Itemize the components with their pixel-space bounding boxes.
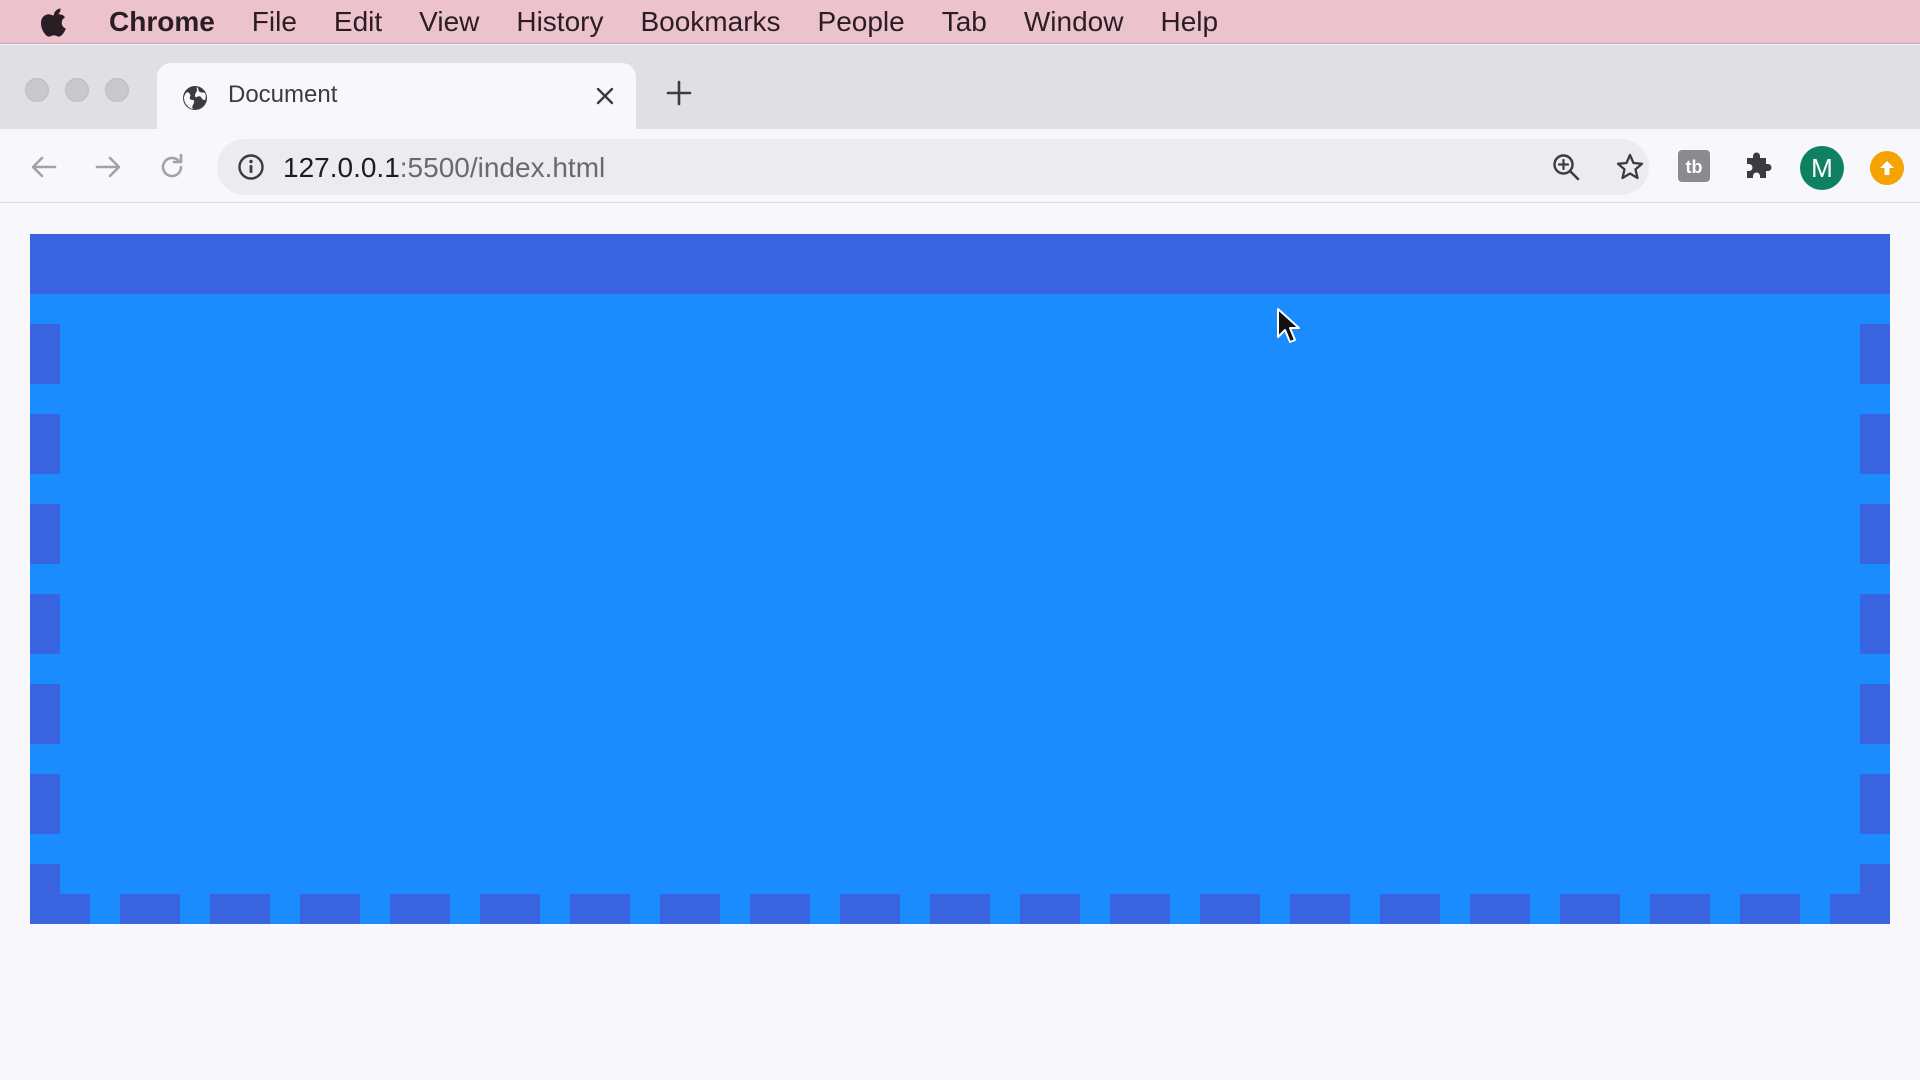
menu-bookmarks[interactable]: Bookmarks [640, 6, 780, 38]
update-arrow-icon[interactable] [1870, 151, 1904, 185]
address-bar[interactable]: 127.0.0.1:5500/index.html [217, 139, 1649, 195]
page-viewport [0, 204, 1920, 1080]
url-host: 127.0.0.1 [283, 152, 400, 183]
menu-help[interactable]: Help [1160, 6, 1218, 38]
browser-toolbar: 127.0.0.1:5500/index.html tb M [0, 129, 1920, 203]
menu-people[interactable]: People [818, 6, 905, 38]
window-zoom-button[interactable] [105, 78, 129, 102]
window-minimize-button[interactable] [65, 78, 89, 102]
zoom-icon[interactable] [1551, 152, 1581, 182]
url-path: :5500/index.html [399, 152, 606, 183]
menu-window[interactable]: Window [1024, 6, 1124, 38]
profile-avatar[interactable]: M [1800, 146, 1844, 190]
window-close-button[interactable] [25, 78, 49, 102]
dashed-border-box [30, 234, 1890, 924]
tab-document[interactable]: Document [157, 63, 636, 129]
tab-close-icon[interactable] [594, 85, 616, 107]
extensions-puzzle-icon[interactable] [1741, 149, 1775, 183]
bookmark-star-icon[interactable] [1615, 152, 1645, 182]
svg-text:tb: tb [1686, 157, 1703, 177]
reload-icon[interactable] [156, 151, 188, 183]
menu-view[interactable]: View [419, 6, 479, 38]
menu-chrome[interactable]: Chrome [109, 6, 215, 38]
site-info-icon[interactable] [237, 153, 265, 181]
mouse-cursor-icon [1276, 307, 1302, 347]
tab-title: Document [228, 81, 338, 108]
menu-history[interactable]: History [516, 6, 603, 38]
menu-tab[interactable]: Tab [942, 6, 987, 38]
back-arrow-icon[interactable] [28, 151, 60, 183]
new-tab-plus-icon[interactable] [664, 78, 694, 108]
globe-icon [181, 84, 209, 112]
extension-tb-icon[interactable]: tb [1677, 149, 1711, 183]
macos-menu-bar: Chrome File Edit View History Bookmarks … [0, 0, 1920, 44]
forward-arrow-icon[interactable] [92, 151, 124, 183]
apple-logo-icon[interactable] [41, 7, 69, 37]
tab-strip: Document [0, 45, 1920, 129]
menu-file[interactable]: File [252, 6, 297, 38]
url-text[interactable]: 127.0.0.1:5500/index.html [283, 152, 605, 184]
menu-edit[interactable]: Edit [334, 6, 382, 38]
